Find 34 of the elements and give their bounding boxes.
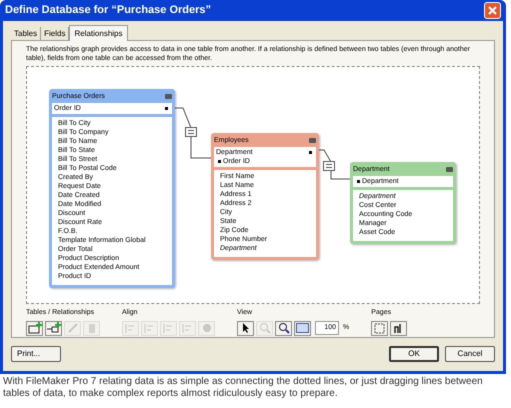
align-icon: [163, 322, 174, 334]
ok-button[interactable]: OK: [389, 346, 439, 362]
table-plus-icon: [28, 322, 42, 334]
toolbar-button[interactable]: [45, 320, 62, 336]
toolbar-button[interactable]: [390, 320, 408, 336]
link-plus-icon: [46, 322, 60, 334]
align-icon: [125, 322, 136, 334]
caption-text: With FileMaker Pro 7 relating data is as simple as connecting the dotted lines, or just dragging lines between tables of data, to make complex reports almost ridiculously easy to prepare.: [2, 376, 484, 400]
print-button[interactable]: Print...: [11, 346, 61, 362]
close-icon: [488, 6, 497, 15]
collapse-icon[interactable]: [309, 138, 316, 143]
window-title: Define Database for “Purchase Orders”: [5, 3, 212, 18]
table-box[interactable]: [49, 89, 175, 288]
magnifier-icon: [258, 322, 270, 334]
fit-view-icon: [296, 323, 309, 333]
close-button[interactable]: [484, 2, 501, 19]
toolbar-button[interactable]: [237, 320, 254, 336]
toolbar-button[interactable]: [275, 320, 292, 336]
pointer-icon: [240, 322, 250, 334]
circle-icon: [202, 323, 212, 333]
connector-drawing: [319, 148, 350, 182]
collapse-icon[interactable]: [446, 167, 453, 172]
connector-drawing: [175, 105, 211, 161]
cancel-button[interactable]: Cancel: [445, 346, 495, 362]
tab[interactable]: Relationships: [69, 25, 128, 41]
pages-icon: [374, 322, 386, 334]
toolbar-button[interactable]: [294, 320, 311, 336]
align-icon: [144, 322, 155, 334]
pencil-icon: [66, 322, 78, 334]
align-icon: [182, 322, 193, 334]
toolbar-button[interactable]: [371, 320, 388, 336]
collapse-icon[interactable]: [165, 94, 172, 99]
magnifier-icon: [278, 322, 290, 334]
toolbar-button[interactable]: [26, 320, 43, 336]
